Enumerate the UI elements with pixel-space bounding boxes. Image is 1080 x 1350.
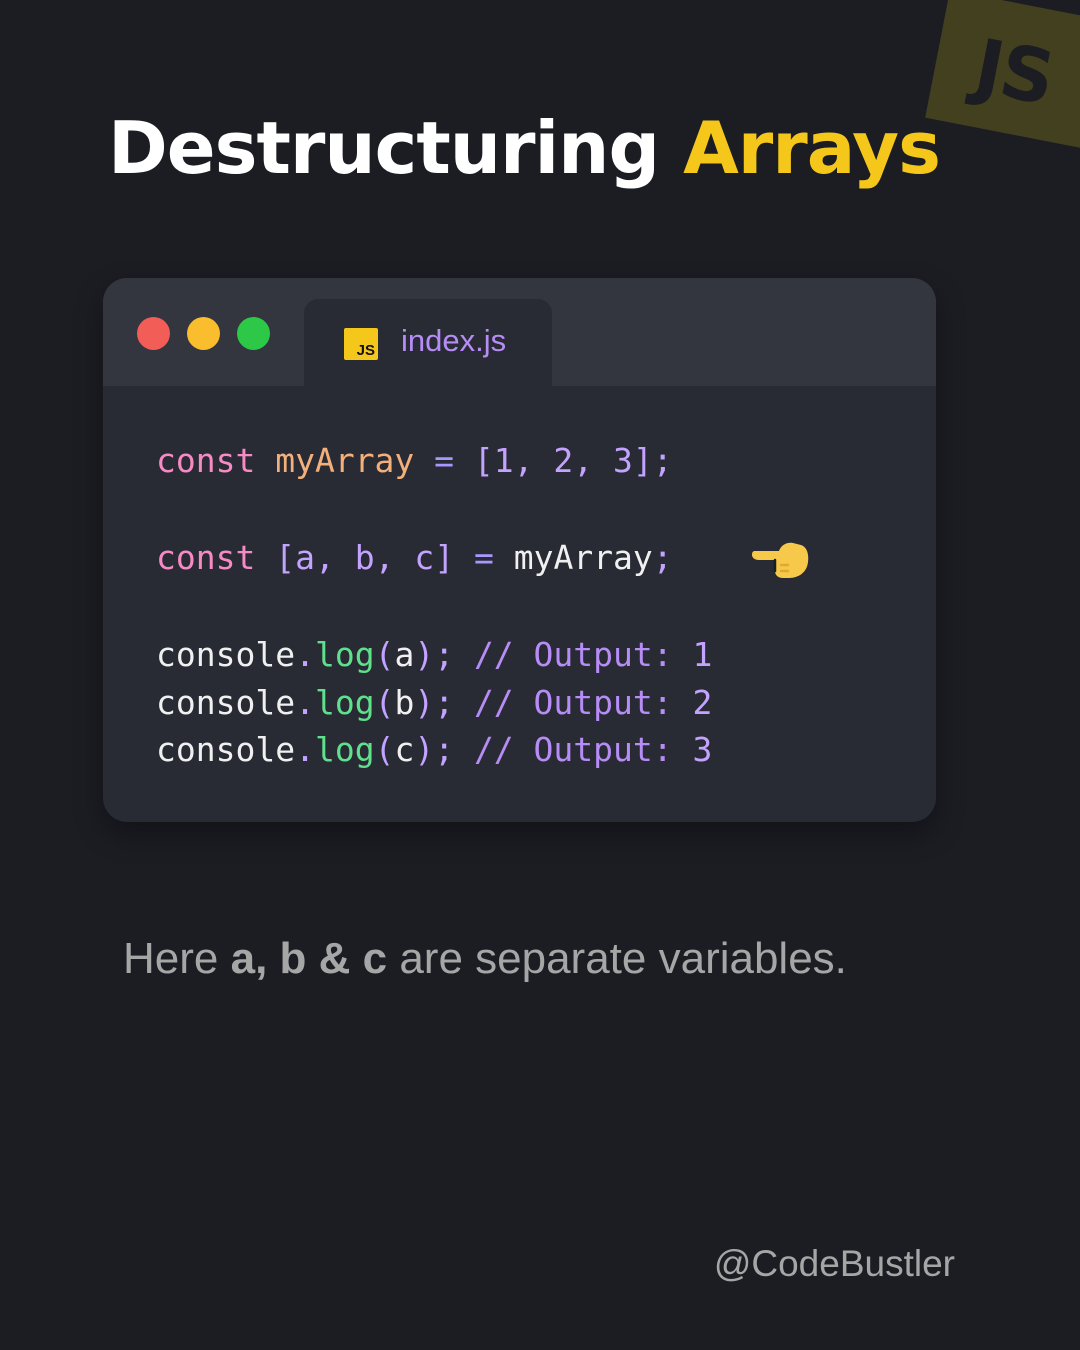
variable-ref: myArray — [513, 538, 653, 577]
pointing-left-hand-icon — [752, 542, 809, 578]
destructured-c: c — [414, 538, 435, 577]
keyword: const — [156, 441, 256, 480]
variable-name: myArray — [275, 441, 415, 480]
argument: b — [394, 683, 415, 722]
javascript-file-icon: JS — [344, 328, 378, 360]
argument: c — [394, 730, 415, 769]
bracket-open: [ — [275, 538, 296, 577]
output-value: 3 — [692, 730, 713, 769]
dot: . — [295, 635, 315, 674]
js-corner-text: JS — [967, 23, 1060, 123]
number: 3 — [613, 441, 633, 480]
paren-open: ( — [374, 683, 395, 722]
paren-close: ) — [414, 683, 435, 722]
comment: // Output: — [473, 635, 673, 674]
function-name: log — [314, 730, 375, 769]
dot: . — [295, 683, 315, 722]
paren-close: ) — [414, 635, 435, 674]
tab-filename: index.js — [401, 323, 507, 358]
js-corner-badge: JS — [925, 0, 1080, 152]
semicolon: ; — [434, 683, 455, 722]
comment: // Output: — [473, 683, 673, 722]
maximize-window-dot[interactable] — [237, 317, 270, 350]
number: 2 — [553, 441, 574, 480]
output-value: 1 — [692, 635, 713, 674]
console-object: console — [156, 635, 296, 674]
semicolon: ; — [434, 635, 455, 674]
semicolon: ; — [434, 730, 455, 769]
javascript-file-icon-text: JS — [356, 342, 375, 359]
tab-index-js[interactable]: JS index.js — [304, 299, 552, 386]
caption-bold: a, b & c — [230, 934, 388, 983]
close-window-dot[interactable] — [137, 317, 170, 350]
title-accent: Arrays — [683, 106, 941, 190]
author-handle: @CodeBustler — [713, 1243, 955, 1284]
minimize-window-dot[interactable] — [187, 317, 220, 350]
editor-title-bar: JS index.js — [103, 278, 936, 386]
function-name: log — [314, 635, 375, 674]
semicolon: ; — [652, 441, 673, 480]
caption-before: Here — [123, 934, 231, 983]
caption-after: are separate variables. — [387, 934, 847, 983]
console-object: console — [156, 683, 296, 722]
title-main: Destructuring — [108, 106, 660, 190]
code-line-1: const myArray = [1, 2, 3]; — [156, 441, 673, 480]
caption-text: Here a, b & c are separate variables. — [123, 934, 847, 983]
code-line-log: console.log(c); // Output: 3 — [156, 733, 712, 769]
paren-open: ( — [374, 730, 395, 769]
paren-close: ) — [414, 730, 435, 769]
function-name: log — [314, 683, 375, 722]
dot: . — [295, 730, 315, 769]
code-line-log: console.log(a); // Output: 1 — [156, 638, 712, 674]
code-editor-window: JS index.js const myArray = [1, 2, 3]; c… — [103, 278, 936, 822]
destructured-a: a — [295, 538, 315, 577]
paren-open: ( — [374, 635, 395, 674]
output-value: 2 — [692, 683, 713, 722]
bracket-close: ] — [434, 538, 455, 577]
operator: = — [434, 441, 455, 480]
bracket-open: [ — [473, 441, 494, 480]
bracket-close: ] — [632, 441, 653, 480]
code-line-2: const [a, b, c] = myArray; — [156, 538, 673, 577]
number: 1 — [493, 441, 514, 480]
code-block: const myArray = [1, 2, 3]; const [a, b, … — [156, 438, 712, 822]
page-title: Destructuring Arrays — [108, 112, 941, 184]
code-line-log: console.log(b); // Output: 2 — [156, 686, 712, 722]
keyword: const — [156, 538, 256, 577]
semicolon: ; — [652, 538, 673, 577]
comment: // Output: — [473, 730, 673, 769]
console-object: console — [156, 730, 296, 769]
destructured-b: b — [354, 538, 375, 577]
argument: a — [394, 635, 415, 674]
operator: = — [473, 538, 494, 577]
